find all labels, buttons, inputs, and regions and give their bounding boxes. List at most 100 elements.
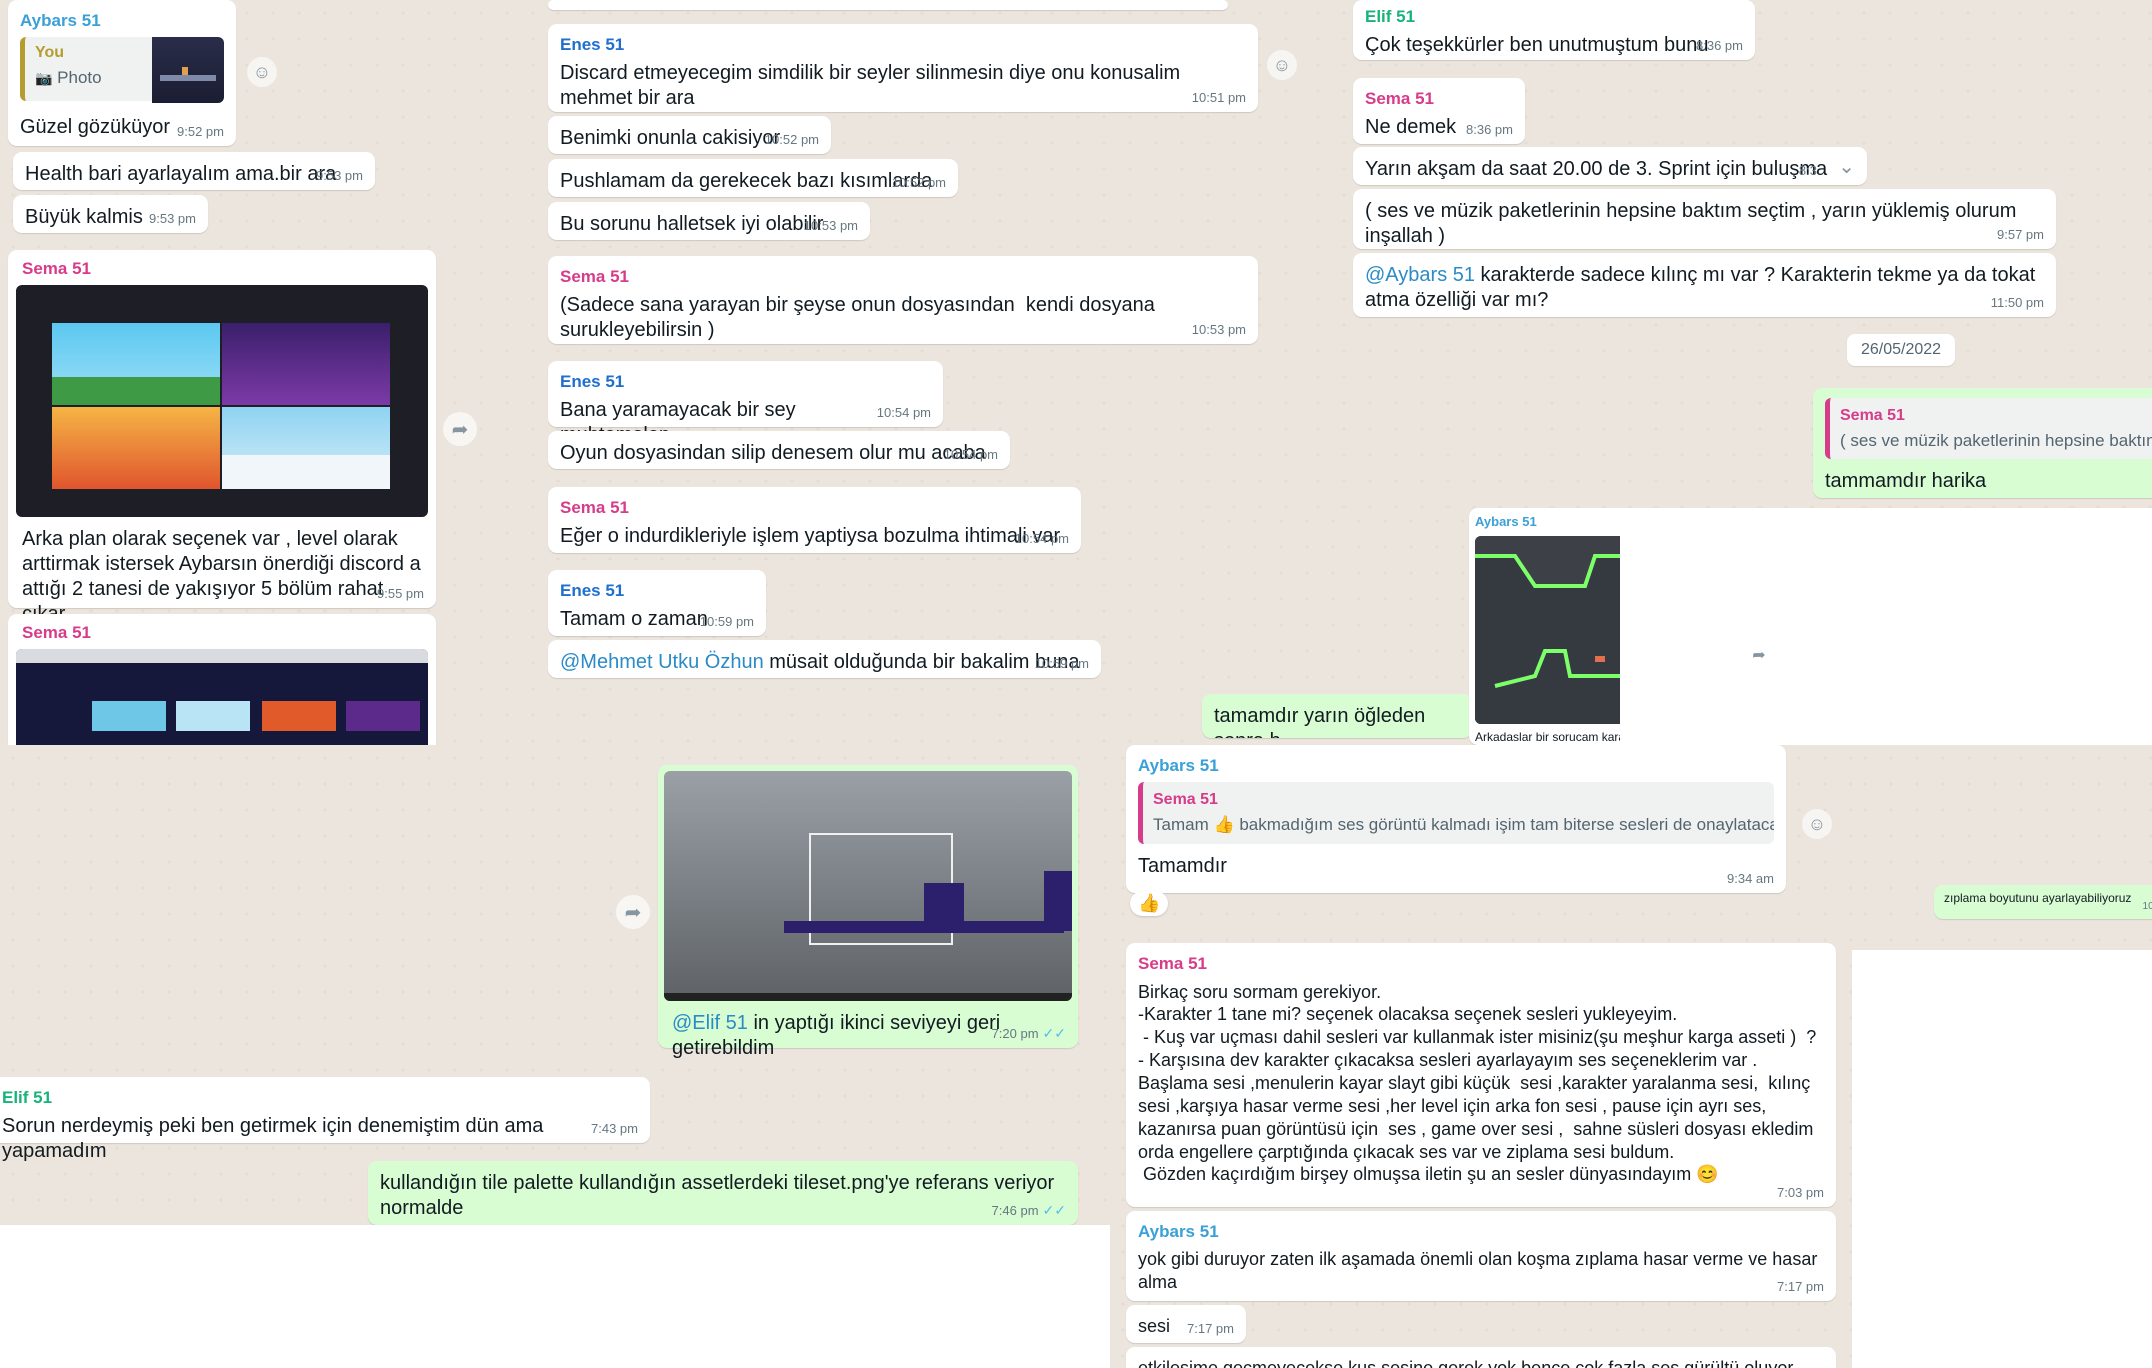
message-time: 10:54 pm — [876, 404, 931, 420]
message-bubble[interactable]: ( ses ve müzik paketlerinin hepsine bakt… — [1353, 189, 2056, 249]
message-text: ( ses ve müzik paketlerinin hepsine bakt… — [1365, 200, 2022, 247]
background-options-image[interactable] — [16, 285, 428, 518]
mention-link[interactable]: @Aybars 51 — [1365, 264, 1475, 286]
outgoing-message-bubble[interactable]: zıplama boyutunu ayarlayabiliyoruz 10:4 — [1934, 885, 2152, 919]
message-bubble[interactable]: Aybars 51 You 📷 Photo Güzel gözüküyor 9:… — [8, 0, 236, 146]
outgoing-message-bubble[interactable]: Sema 51 ( ses ve müzik paketlerinin heps… — [1813, 388, 2152, 498]
sender-name: Enes 51 — [560, 581, 625, 600]
message-bubble[interactable]: Benimki onunla cakisiyor 10:52 pm — [548, 116, 831, 154]
message-text: yok gibi duruyor zaten ilk aşamada öneml… — [1138, 1249, 1823, 1292]
message-bubble[interactable]: Sema 51 (Sadece sana yarayan bir şeyse o… — [548, 256, 1258, 344]
mention-link[interactable]: @Mehmet Utku Özhun — [560, 651, 764, 673]
chat-panel-1: Aybars 51 You 📷 Photo Güzel gözüküyor 9:… — [0, 0, 545, 745]
message-text: Arka plan olarak seçenek var , level ola… — [22, 528, 421, 625]
message-time: 10:59 pm — [699, 613, 754, 629]
sender-name: Sema 51 — [22, 623, 91, 642]
quoted-message[interactable]: Sema 51 Tamam 👍 bakmadığım ses görüntü k… — [1138, 782, 1774, 844]
message-text: etkileşime geçmeyecekse kuş sesine gerek… — [1138, 1358, 1794, 1368]
message-time: 10:54 pm — [1014, 530, 1069, 546]
level-editor-screenshot[interactable] — [664, 771, 1072, 1001]
message-bubble[interactable]: Enes 51 Tamam o zaman 10:59 pm — [548, 570, 766, 636]
chat-panel-4: tamamdır yarın öğleden sonra b Aybars 51… — [1190, 508, 1620, 745]
message-time: 8:36 pm — [1696, 37, 1743, 53]
sender-name: Elif 51 — [1365, 7, 1416, 26]
reaction-badge[interactable]: 👍 — [1130, 891, 1169, 916]
message-bubble[interactable] — [548, 0, 1228, 10]
mention-link[interactable]: @Elif 51 — [672, 1012, 748, 1034]
message-time: 10:59 pm — [1034, 655, 1089, 671]
forward-icon[interactable]: ➦ — [616, 895, 650, 929]
sender-name: Elif 51 — [2, 1088, 53, 1107]
level-outline-graphic — [1475, 536, 1620, 725]
chat-panel-3: Elif 51 Çok teşekkürler ben unutmuştum b… — [1305, 0, 2152, 508]
message-time: 7:17 pm — [1187, 1320, 1234, 1336]
emoji-reaction-icon[interactable]: ☺ — [1267, 50, 1297, 80]
sender-name: Aybars 51 — [20, 11, 101, 30]
message-bubble[interactable]: Sema 51 Birkaç soru sormam gerekiyor. -K… — [1126, 943, 1836, 1207]
message-time: 9:53 pm — [316, 167, 363, 183]
chevron-down-icon[interactable]: ⌄ — [1838, 155, 1855, 180]
date-separator: 26/05/2022 — [1847, 334, 1956, 366]
quoted-message[interactable]: Sema 51 ( ses ve müzik paketlerinin heps… — [1825, 398, 2152, 460]
emoji-reaction-icon[interactable]: ☺ — [1802, 809, 1832, 839]
message-bubble[interactable]: Aybars 51 yok gibi duruyor zaten ilk aşa… — [1126, 1211, 1836, 1301]
image-caption: Arkadaslar bir sorucam karakter ne kadar… — [1475, 730, 1620, 745]
message-time: 7:20 pm ✓✓ — [991, 1024, 1066, 1041]
sender-name: Enes 51 — [560, 35, 625, 54]
message-bubble[interactable]: Enes 51 Discard etmeyecegim simdilik bir… — [548, 24, 1258, 112]
message-bubble[interactable]: Oyun dosyasindan silip denesem olur mu a… — [548, 431, 1010, 469]
quote-text: Tamam 👍 bakmadığım ses görüntü kalmadı i… — [1153, 815, 1774, 835]
message-time: 7:03 pm — [1777, 1184, 1824, 1200]
message-bubble[interactable]: etkileşime geçmeyecekse kuş sesine gerek… — [1126, 1347, 1836, 1368]
message-time: 9:52 pm — [177, 123, 224, 139]
message-time: 10:52 pm — [764, 131, 819, 147]
message-text: tamamdır yarın öğleden sonra b — [1214, 705, 1426, 738]
message-text: Birkaç soru sormam gerekiyor. -Karakter … — [1138, 981, 1817, 1185]
image-message-bubble[interactable]: Aybars 51 Arkadaslar bir sorucam karakte… — [1469, 508, 1620, 745]
message-text: tammamdır harika — [1825, 470, 1987, 493]
sender-name: Sema 51 — [1138, 954, 1207, 973]
message-bubble[interactable]: Enes 51 Bana yaramayacak bir sey muhteme… — [548, 361, 943, 446]
message-bubble[interactable]: Bu sorunu halletsek iyi olabilir 10:53 p… — [548, 202, 870, 240]
message-bubble[interactable]: Health bari ayarlayalım ama.bir ara 9:53… — [13, 152, 375, 190]
quote-text: ( ses ve müzik paketlerinin hepsine bakt… — [1840, 431, 2152, 450]
level-editor-image[interactable] — [1475, 536, 1620, 725]
quote-sender: Sema 51 — [1840, 407, 1905, 424]
message-bubble[interactable]: Büyük kalmis 9:53 pm — [13, 195, 208, 233]
outgoing-message-bubble[interactable]: tamamdır yarın öğleden sonra b — [1202, 694, 1472, 738]
message-bubble[interactable]: @Aybars 51 karakterde sadece kılınç mı v… — [1353, 253, 2056, 317]
sender-name: Enes 51 — [560, 372, 625, 391]
level-screenshot-image[interactable] — [16, 649, 428, 745]
outgoing-image-bubble[interactable]: @Elif 51 in yaptığı ikinci seviyeyi geri… — [658, 765, 1078, 1059]
outgoing-message-bubble[interactable]: kullandığın tile palette kullandığın ass… — [368, 1161, 1078, 1225]
forward-icon[interactable]: ➦ — [443, 412, 477, 446]
image-message-bubble[interactable]: Sema 51 — [8, 614, 436, 745]
message-bubble[interactable]: Sema 51 Eğer o indurdikleriyle işlem yap… — [548, 487, 1081, 553]
message-text: Sorun nerdeymiş peki ben getirmek için d… — [2, 1115, 549, 1163]
message-time: 11:50 pm — [1990, 294, 2044, 310]
message-bubble[interactable]: Aybars 51 Sema 51 Tamam 👍 bakmadığım ses… — [1126, 745, 1786, 893]
message-bubble[interactable]: Yarın akşam da saat 20.00 de 3. Sprint i… — [1353, 147, 1867, 205]
message-time: 9:34 am — [1727, 870, 1774, 886]
message-bubble[interactable]: Sema 51 Ne demek 8:36 pm — [1353, 78, 1525, 144]
message-time: 10:54 pm — [943, 446, 998, 462]
message-bubble[interactable]: Elif 51 Sorun nerdeymiş peki ben getirme… — [0, 1077, 650, 1162]
sender-name: Sema 51 — [560, 267, 629, 286]
forward-icon[interactable]: ➦ — [1746, 642, 1772, 668]
quoted-message[interactable]: You 📷 Photo — [20, 37, 224, 104]
message-bubble[interactable]: Elif 51 Çok teşekkürler ben unutmuştum b… — [1353, 0, 1755, 60]
chat-panel-5: ➦ @Elif 51 in yaptığı ikinci seviyeyi ge… — [0, 745, 1110, 1225]
message-bubble[interactable]: sesi 7:17 pm — [1126, 1305, 1246, 1343]
message-text: (Sadece sana yarayan bir şeyse onun dosy… — [560, 294, 1161, 342]
image-message-bubble[interactable]: Sema 51 Arka plan olarak seçenek var , l… — [8, 250, 436, 625]
message-text: Eğer o indurdikleriyle işlem yaptiysa bo… — [560, 525, 1061, 548]
message-bubble[interactable]: Pushlamam da gerekecek bazı kısımlarda 1… — [548, 159, 958, 197]
message-text: Discard etmeyecegim simdilik bir seyler … — [560, 62, 1186, 110]
emoji-reaction-icon[interactable]: ☺ — [247, 57, 277, 87]
sender-name: Sema 51 — [560, 498, 629, 517]
message-bubble[interactable]: @Mehmet Utku Özhun müsait olduğunda bir … — [548, 640, 1101, 678]
message-time: 9:53 pm — [149, 210, 196, 226]
quote-text: Photo — [57, 68, 102, 88]
message-text: kullandığın tile palette kullandığın ass… — [380, 1172, 1060, 1219]
message-text: Oyun dosyasindan silip denesem olur mu a… — [560, 442, 986, 464]
